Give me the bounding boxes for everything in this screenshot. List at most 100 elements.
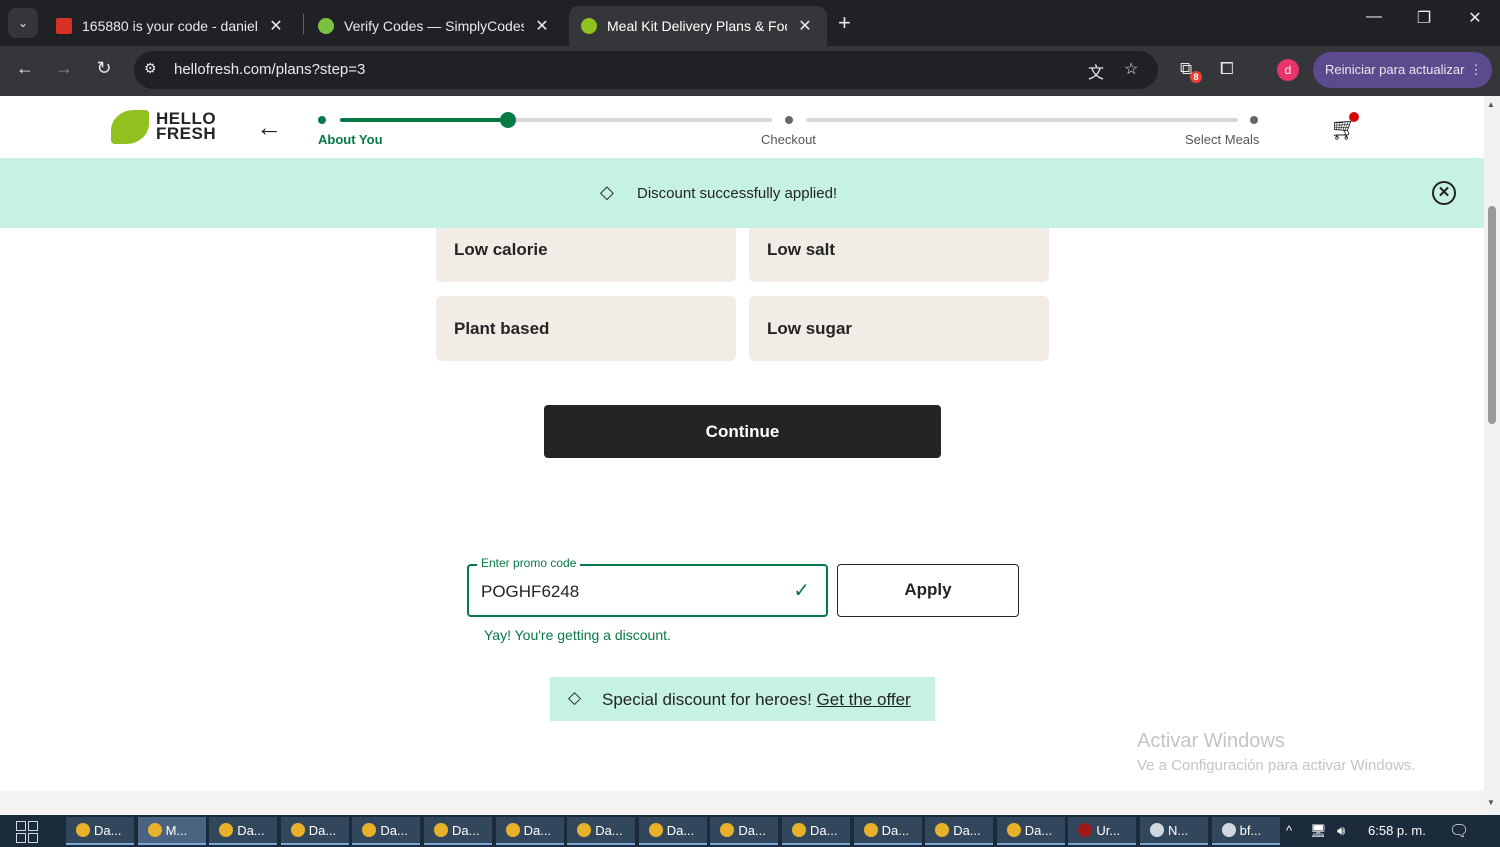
apply-button[interactable]: Apply [837,564,1019,617]
address-bar[interactable]: ⚙ hellofresh.com/plans?step=3 文 ☆ [134,51,1158,89]
back-icon[interactable]: ← [11,58,39,79]
chrome-icon [76,823,90,837]
taskbar-app-button[interactable]: Da... [495,817,564,845]
chrome-icon [362,823,377,837]
page-scrollbar[interactable]: ▲ ▼ [1484,96,1500,815]
continue-button[interactable]: Continue [544,405,941,458]
close-tab-icon[interactable]: ✕ [795,16,815,36]
translate-icon[interactable]: 文 [1088,59,1104,83]
taskbar-app-label: Da... [452,823,480,838]
site-header: HELLO FRESH ← About You Checkout Select … [0,96,1484,158]
scroll-up-icon[interactable]: ▲ [1487,100,1495,109]
new-tab-plus-icon[interactable]: + [838,10,851,36]
close-tab-icon[interactable]: ✕ [266,16,286,36]
restore-icon[interactable]: ❐ [1401,8,1447,28]
taskbar-app-label: Da... [237,823,265,838]
taskbar-app-label: M... [165,823,188,838]
step-dot [318,116,326,124]
step-label-select-meals: Select Meals [1185,132,1260,147]
taskbar-app-button[interactable]: Da... [280,817,349,845]
taskbar-app-button[interactable]: Da... [209,817,278,845]
extension-badge: 8 [1190,71,1202,83]
progress-fill [340,118,508,122]
browser-toolbar: ← → ↻ ⚙ hellofresh.com/plans?step=3 文 ☆ … [0,46,1500,96]
step-dot [1250,116,1258,124]
taskbar-app-label: Da... [738,823,766,838]
taskbar-app-label: Da... [666,823,695,838]
tab-simplycodes[interactable]: Verify Codes — SimplyCodes ✕ [306,6,564,46]
minimize-icon[interactable]: — [1351,8,1397,26]
tag-icon: ◇ [568,688,582,707]
close-window-icon[interactable]: ✕ [1452,8,1498,28]
cart-notification-dot [1349,112,1359,122]
progress-track-2 [806,118,1238,122]
tab-title: 165880 is your code - daniel2tc [82,18,258,34]
step-label-about-you: About You [318,132,383,147]
volume-icon[interactable]: 🔊︎ [1337,823,1345,839]
taskbar-app-button[interactable]: N... [1140,817,1208,845]
start-grid-icon[interactable] [16,821,38,843]
option-plant-based[interactable]: Plant based [436,296,736,361]
app-icon [1150,823,1164,837]
simplycodes-icon [318,18,334,34]
forward-icon[interactable]: → [50,58,78,79]
back-arrow-icon[interactable]: ← [256,112,282,143]
option-low-sugar[interactable]: Low sugar [749,296,1049,361]
reload-icon[interactable]: ↻ [90,58,118,79]
taskbar-app-button[interactable]: bf... [1211,817,1280,845]
taskbar-app-button[interactable]: Da... [66,817,134,845]
notifications-icon[interactable]: 🗨︎ [1449,821,1469,841]
heroes-offer-text: Special discount for heroes! Get the off… [602,690,911,710]
taskbar-app-button[interactable]: Da... [996,817,1065,845]
tray-chevron-icon[interactable]: ^ [1286,823,1292,838]
tab-search-chevron-icon[interactable]: ⌄ [8,8,38,38]
taskbar-app-button[interactable]: Da... [853,817,922,845]
taskbar-app-label: Da... [94,823,122,838]
option-low-calorie[interactable]: Low calorie [436,228,736,282]
hellofresh-logo-leaf-icon[interactable] [111,110,149,144]
promo-code-field[interactable]: Enter promo code POGHF6248 ✓ [467,556,828,617]
scroll-down-icon[interactable]: ▼ [1487,798,1495,807]
extensions-puzzle-icon[interactable]: ⧠ [1220,59,1234,79]
logo-line-2: FRESH [156,124,217,143]
page-viewport: HELLO FRESH ← About You Checkout Select … [0,96,1484,815]
tab-hellofresh[interactable]: Meal Kit Delivery Plans & Food ✕ [569,6,827,46]
bookmark-star-icon[interactable]: ☆ [1124,59,1138,79]
scrollbar-thumb[interactable] [1488,206,1496,424]
update-label: Reiniciar para actualizar [1325,62,1465,77]
taskbar-app-button[interactable]: Da... [782,817,850,845]
footer-strip [0,791,1484,815]
get-the-offer-link[interactable]: Get the offer [817,690,911,709]
app-icon [1221,823,1236,837]
chrome-icon [792,823,806,837]
tab-title: Meal Kit Delivery Plans & Food [607,18,787,34]
taskbar-app-label: Da... [523,823,552,838]
taskbar-app-button[interactable]: Ur... [1068,817,1137,845]
clock[interactable]: 6:58 p. m. [1368,823,1426,838]
taskbar-app-button[interactable]: Da... [567,817,636,845]
profile-avatar[interactable]: d [1277,59,1299,81]
taskbar-app-button[interactable]: M... [137,817,206,845]
url-text[interactable]: hellofresh.com/plans?step=3 [174,61,365,78]
site-settings-icon[interactable]: ⚙ [144,60,157,77]
taskbar-app-button[interactable]: Da... [925,817,994,845]
checkmark-icon: ✓ [793,580,810,602]
taskbar-app-label: Ur... [1096,823,1121,838]
close-tab-icon[interactable]: ✕ [532,16,552,36]
taskbar-app-label: Da... [953,823,981,838]
option-low-salt[interactable]: Low salt [749,228,1049,282]
taskbar-app-label: N... [1168,823,1189,838]
close-banner-icon[interactable]: ✕ [1432,181,1456,205]
update-button[interactable]: Reiniciar para actualizar ⋮ [1313,52,1493,88]
taskbar-app-button[interactable]: Da... [424,817,492,845]
taskbar-app-button[interactable]: Da... [710,817,779,845]
promo-code-input[interactable]: POGHF6248 [481,582,579,602]
tab-gmail[interactable]: 165880 is your code - daniel2tc ✕ [44,6,298,46]
hellofresh-logo[interactable]: HELLO FRESH [156,110,217,143]
taskbar-app-button[interactable]: Da... [638,817,707,845]
progress-knob [500,112,516,128]
taskbar-app-label: Da... [308,823,337,838]
browser-tab-bar: ⌄ 165880 is your code - daniel2tc ✕ Veri… [0,0,1500,46]
taskbar-app-button[interactable]: Da... [352,817,421,845]
network-icon[interactable]: 🖥︎ [1310,823,1327,839]
